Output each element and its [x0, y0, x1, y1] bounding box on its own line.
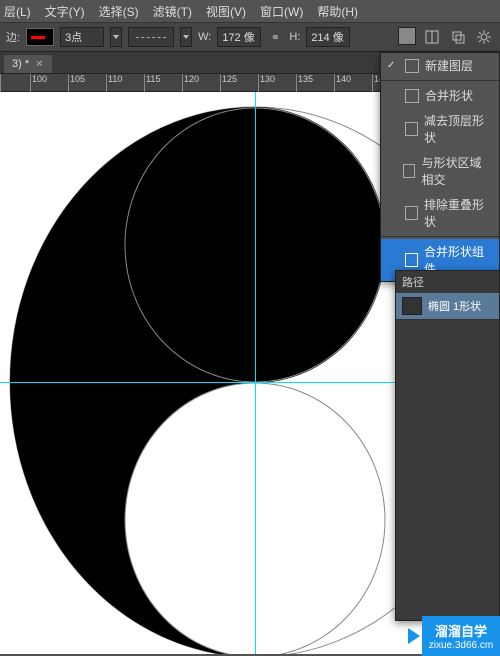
stroke-style-arrow[interactable]	[180, 27, 192, 47]
menu-item-subtract[interactable]: 减去顶层形状	[381, 108, 499, 150]
checkmark-icon: ✓	[387, 60, 399, 71]
menu-item-intersect[interactable]: 与形状区域相交	[381, 150, 499, 192]
intersect-icon	[403, 164, 415, 178]
ruler-tick: 135	[296, 74, 313, 92]
ruler-tick: 115	[144, 74, 160, 92]
paths-panel: 路径 椭圆 1形状	[395, 270, 500, 621]
ruler-tick: 105	[68, 74, 85, 92]
stroke-color-swatch[interactable]	[26, 28, 54, 46]
menu-bar: 层(L) 文字(Y) 选择(S) 滤镜(T) 视图(V) 窗口(W) 帮助(H)	[0, 0, 500, 22]
menu-item-exclude[interactable]: 排除重叠形状	[381, 192, 499, 234]
width-label: W:	[198, 31, 211, 43]
close-icon[interactable]: ✕	[35, 59, 43, 70]
menu-item-combine[interactable]: 合并形状	[381, 83, 499, 108]
menu-separator	[381, 80, 499, 81]
menu-filter[interactable]: 滤镜(T)	[153, 3, 192, 20]
panel-tab-bar: 路径	[396, 271, 499, 293]
menu-item-label: 与形状区域相交	[421, 154, 493, 188]
ruler-tick: 120	[182, 74, 199, 92]
exclude-icon	[405, 206, 419, 220]
menu-select[interactable]: 选择(S)	[99, 3, 139, 20]
panel-tab-paths[interactable]: 路径	[402, 274, 424, 290]
ruler-tick	[0, 74, 2, 92]
merge-icon	[405, 253, 419, 267]
path-operations-menu: ✓ 新建图层 合并形状 减去顶层形状 与形状区域相交 排除重叠形状 合并形状组件	[380, 52, 500, 282]
arrange-icon[interactable]	[448, 27, 468, 47]
menu-separator	[381, 236, 499, 237]
play-icon	[408, 628, 420, 644]
options-bar: 边: 3点 W: 172 像 ⚭ H: 214 像	[0, 22, 500, 52]
menu-view[interactable]: 视图(V)	[206, 3, 246, 20]
stroke-style-dropdown[interactable]	[128, 27, 174, 47]
stroke-label: 边:	[6, 29, 20, 45]
new-layer-icon	[405, 59, 419, 73]
ruler-tick: 125	[220, 74, 237, 92]
height-field[interactable]: 214 像	[306, 27, 350, 47]
menu-item-label: 排除重叠形状	[424, 196, 493, 230]
ruler-tick: 110	[106, 74, 122, 92]
stroke-width-dropdown[interactable]	[110, 27, 122, 47]
width-field[interactable]: 172 像	[217, 27, 261, 47]
guide-vertical[interactable]	[255, 92, 256, 654]
path-item[interactable]: 椭圆 1形状	[396, 293, 499, 320]
menu-item-label: 新建图层	[425, 57, 473, 74]
ruler-tick: 140	[334, 74, 351, 92]
menu-type[interactable]: 文字(Y)	[45, 3, 85, 20]
menu-help[interactable]: 帮助(H)	[317, 3, 358, 20]
subtract-icon	[405, 122, 419, 136]
combine-icon	[405, 89, 419, 103]
menu-window[interactable]: 窗口(W)	[260, 3, 303, 20]
path-operations-icon[interactable]	[398, 27, 416, 45]
watermark-logo: 溜溜自学 zixue.3d66.cm	[422, 616, 500, 656]
ruler-tick: 100	[30, 74, 47, 92]
stroke-width-field[interactable]: 3点	[60, 27, 104, 47]
logo-text: 溜溜自学	[435, 621, 487, 640]
document-tab[interactable]: 3) * ✕	[4, 55, 52, 73]
menu-layer[interactable]: 层(L)	[4, 3, 31, 20]
logo-url: zixue.3d66.cm	[429, 640, 493, 651]
ruler-tick: 130	[258, 74, 275, 92]
height-label: H:	[289, 31, 300, 43]
gear-icon[interactable]	[474, 27, 494, 47]
panel-empty-area[interactable]	[396, 320, 499, 620]
align-icon[interactable]	[422, 27, 442, 47]
path-thumbnail	[402, 297, 422, 315]
link-icon[interactable]: ⚭	[267, 29, 283, 45]
path-item-label: 椭圆 1形状	[428, 298, 481, 314]
menu-item-new-layer[interactable]: ✓ 新建图层	[381, 53, 499, 78]
menu-item-label: 减去顶层形状	[424, 112, 493, 146]
document-tab-label: 3) *	[12, 58, 29, 70]
menu-item-label: 合并形状	[425, 87, 473, 104]
